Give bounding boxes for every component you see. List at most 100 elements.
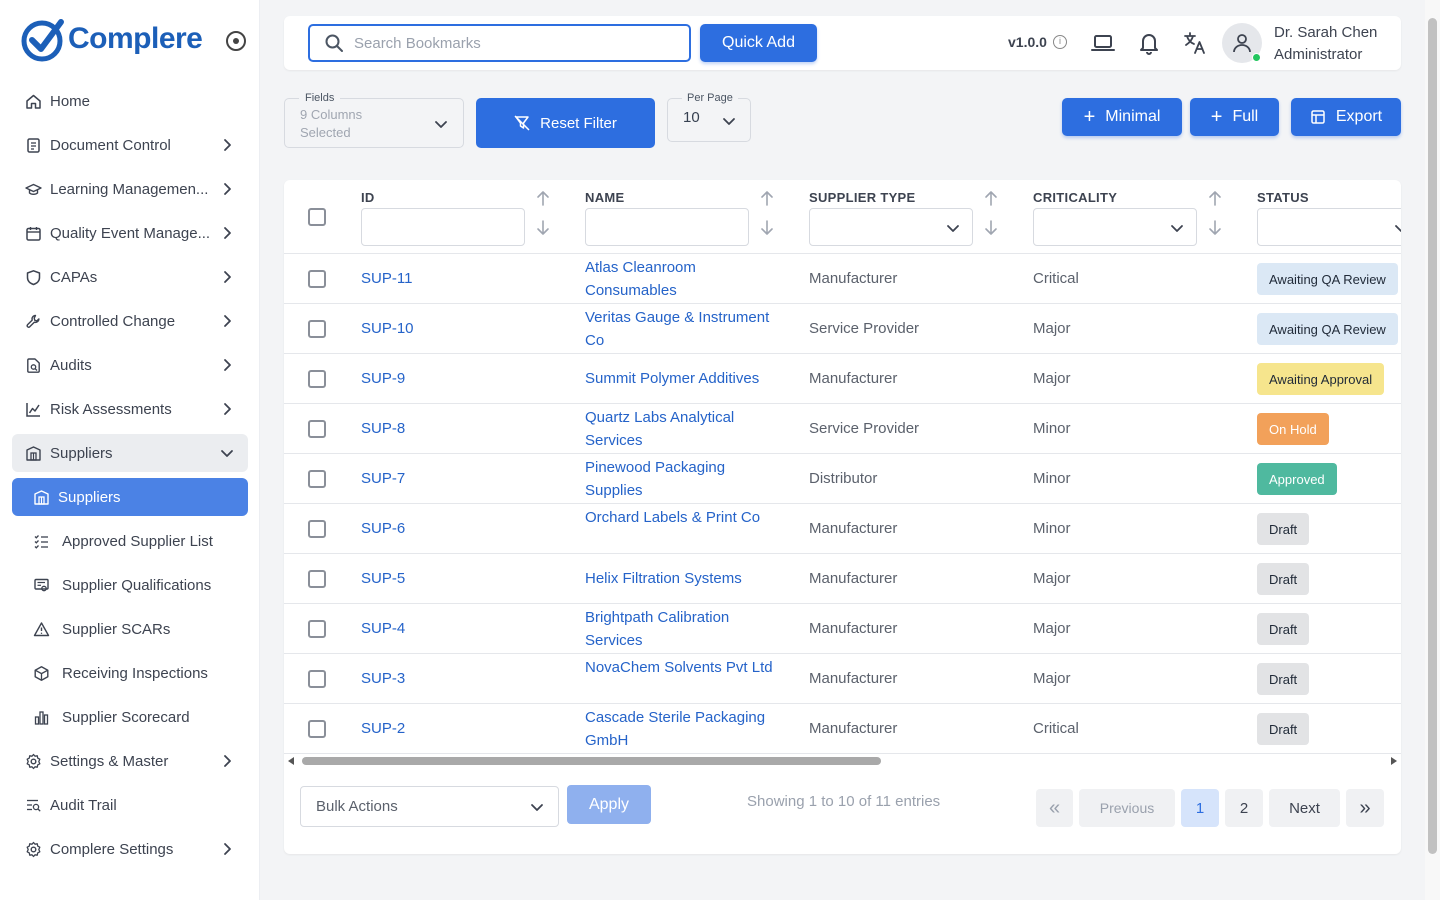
column-filter-select-supplier-type[interactable] <box>809 208 973 246</box>
sort-asc-icon[interactable] <box>984 190 998 206</box>
sort-desc-icon[interactable] <box>984 220 998 236</box>
supplier-id-link[interactable]: SUP-4 <box>361 617 405 640</box>
bell-icon[interactable] <box>1136 30 1162 56</box>
supplier-id-link[interactable]: SUP-3 <box>361 667 405 690</box>
row-checkbox[interactable] <box>308 570 326 588</box>
sidebar-item-suppliers[interactable]: Suppliers <box>12 434 248 472</box>
supplier-name-link[interactable]: Quartz Labs Analytical Services <box>585 406 780 452</box>
supplier-id-link[interactable]: SUP-2 <box>361 717 405 740</box>
fields-select[interactable]: Fields 9 Columns Selected <box>284 92 464 148</box>
sidebar-item-approved-supplier-list[interactable]: Approved Supplier List <box>12 522 248 560</box>
column-header-supplier-type[interactable]: SUPPLIER TYPE <box>809 190 915 205</box>
supplier-name-link[interactable]: Helix Filtration Systems <box>585 567 780 590</box>
apply-button[interactable]: Apply <box>567 785 651 824</box>
column-filter-input-id[interactable] <box>361 208 525 246</box>
scroll-left-icon[interactable] <box>288 757 294 765</box>
supplier-name-link[interactable]: Veritas Gauge & Instrument Co <box>585 306 780 352</box>
table-row[interactable]: SUP-4 Brightpath Calibration Services Manu… <box>284 604 1401 654</box>
column-filter-select-status[interactable] <box>1257 208 1401 246</box>
export-button[interactable]: Export <box>1291 98 1401 136</box>
sidebar-item-document-control[interactable]: Document Control <box>12 126 248 164</box>
supplier-name-link[interactable]: Atlas Cleanroom Consumables <box>585 256 780 302</box>
column-filter-select-criticality[interactable] <box>1033 208 1197 246</box>
sidebar-item-audits[interactable]: Audits <box>12 346 248 384</box>
search-box[interactable] <box>308 24 691 62</box>
row-checkbox[interactable] <box>308 520 326 538</box>
quick-add-button[interactable]: Quick Add <box>700 24 817 62</box>
sidebar-item-complere-settings[interactable]: Complere Settings <box>12 830 248 868</box>
avatar[interactable] <box>1222 23 1262 63</box>
table-row[interactable]: SUP-6 Orchard Labels & Print Co Manufactur… <box>284 504 1401 554</box>
column-header-id[interactable]: ID <box>361 190 375 205</box>
sidebar-item-risk-assessments[interactable]: Risk Assessments <box>12 390 248 428</box>
page-2-button[interactable]: 2 <box>1225 789 1263 827</box>
bulk-actions-select[interactable]: Bulk Actions <box>300 786 559 827</box>
scrollbar-thumb[interactable] <box>302 757 881 765</box>
sort-asc-icon[interactable] <box>760 190 774 206</box>
row-checkbox[interactable] <box>308 420 326 438</box>
sidebar-item-supplier-scorecard[interactable]: Supplier Scorecard <box>12 698 248 736</box>
sort-desc-icon[interactable] <box>760 220 774 236</box>
sidebar-item-home[interactable]: Home <box>12 82 248 120</box>
laptop-icon[interactable] <box>1090 30 1116 56</box>
supplier-name-link[interactable]: Orchard Labels & Print Co <box>585 506 780 529</box>
sidebar-item-supplier-qualifications[interactable]: Supplier Qualifications <box>12 566 248 604</box>
vertical-scrollbar[interactable] <box>1425 0 1440 900</box>
previous-page-button[interactable]: Previous <box>1079 789 1175 827</box>
table-row[interactable]: SUP-7 Pinewood Packaging Supplies Distribu… <box>284 454 1401 504</box>
sidebar-item-receiving-inspections[interactable]: Receiving Inspections <box>12 654 248 692</box>
sort-asc-icon[interactable] <box>1208 190 1222 206</box>
sort-desc-icon[interactable] <box>536 220 550 236</box>
supplier-id-link[interactable]: SUP-7 <box>361 467 405 490</box>
sidebar-item-supplier-scars[interactable]: Supplier SCARs <box>12 610 248 648</box>
table-row[interactable]: SUP-5 Helix Filtration Systems Manufacture… <box>284 554 1401 604</box>
sidebar-item-quality-event-manage[interactable]: Quality Event Manage... <box>12 214 248 252</box>
select-all-checkbox[interactable] <box>308 208 326 226</box>
sort-asc-icon[interactable] <box>536 190 550 206</box>
table-row[interactable]: SUP-9 Summit Polymer Additives Manufacture… <box>284 354 1401 404</box>
supplier-id-link[interactable]: SUP-6 <box>361 517 405 540</box>
column-header-name[interactable]: NAME <box>585 190 624 205</box>
supplier-name-link[interactable]: Brightpath Calibration Services <box>585 606 780 652</box>
supplier-name-link[interactable]: Pinewood Packaging Supplies <box>585 456 780 502</box>
last-page-button[interactable]: » <box>1346 789 1384 827</box>
table-row[interactable]: SUP-2 Cascade Sterile Packaging GmbH Manuf… <box>284 704 1401 754</box>
sidebar-item-suppliers[interactable]: Suppliers <box>12 478 248 516</box>
row-checkbox[interactable] <box>308 270 326 288</box>
complere-logo[interactable]: Complere <box>20 16 203 62</box>
sort-desc-icon[interactable] <box>1208 220 1222 236</box>
row-checkbox[interactable] <box>308 320 326 338</box>
search-input[interactable] <box>354 34 654 52</box>
supplier-id-link[interactable]: SUP-11 <box>361 267 412 290</box>
row-checkbox[interactable] <box>308 370 326 388</box>
horizontal-scrollbar[interactable] <box>284 754 1401 768</box>
column-filter-input-name[interactable] <box>585 208 749 246</box>
sidebar-item-learning-managemen[interactable]: Learning Managemen... <box>12 170 248 208</box>
sidebar-item-audit-trail[interactable]: Audit Trail <box>12 786 248 824</box>
sidebar-item-settings-master[interactable]: Settings & Master <box>12 742 248 780</box>
version-label[interactable]: v1.0.0 i <box>1008 34 1067 50</box>
column-header-status[interactable]: STATUS <box>1257 190 1309 205</box>
scroll-right-icon[interactable] <box>1391 757 1397 765</box>
next-page-button[interactable]: Next <box>1269 789 1340 827</box>
sidebar-item-capas[interactable]: CAPAs <box>12 258 248 296</box>
user-info[interactable]: Dr. Sarah Chen Administrator <box>1274 22 1377 66</box>
supplier-name-link[interactable]: NovaChem Solvents Pvt Ltd <box>585 656 780 679</box>
supplier-name-link[interactable]: Cascade Sterile Packaging GmbH <box>585 706 780 752</box>
add-full-button[interactable]: + Full <box>1190 98 1279 136</box>
sidebar-toggle-icon[interactable] <box>226 31 246 51</box>
reset-filter-button[interactable]: Reset Filter <box>476 98 655 148</box>
first-page-button[interactable]: « <box>1036 789 1073 827</box>
page-1-button[interactable]: 1 <box>1181 789 1219 827</box>
row-checkbox[interactable] <box>308 470 326 488</box>
table-row[interactable]: SUP-3 NovaChem Solvents Pvt Ltd Manufactur… <box>284 654 1401 704</box>
supplier-id-link[interactable]: SUP-8 <box>361 417 405 440</box>
per-page-select[interactable]: Per Page 10 <box>667 92 751 142</box>
row-checkbox[interactable] <box>308 670 326 688</box>
sidebar-item-controlled-change[interactable]: Controlled Change <box>12 302 248 340</box>
table-row[interactable]: SUP-11 Atlas Cleanroom Consumables Manufac… <box>284 254 1401 304</box>
translate-icon[interactable] <box>1182 30 1208 56</box>
add-minimal-button[interactable]: + Minimal <box>1062 98 1182 136</box>
scrollbar-thumb[interactable] <box>1428 18 1437 854</box>
table-row[interactable]: SUP-8 Quartz Labs Analytical Services Serv… <box>284 404 1401 454</box>
